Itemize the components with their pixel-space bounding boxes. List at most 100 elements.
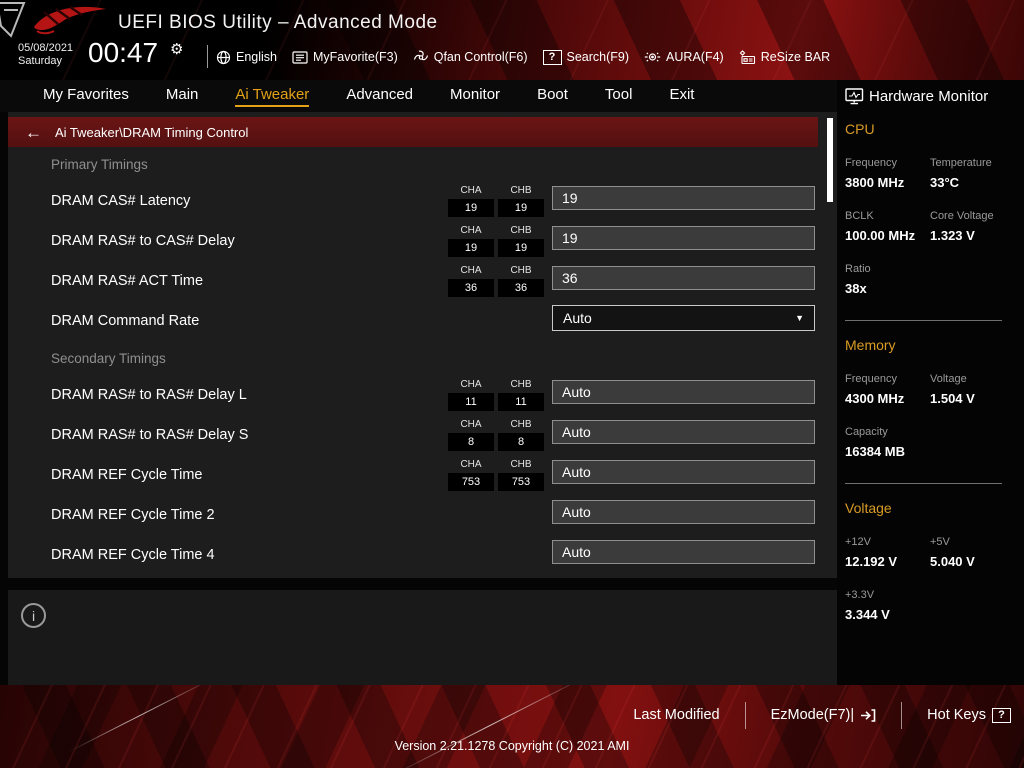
hot-keys-button[interactable]: Hot Keys ? <box>927 707 1011 723</box>
setting-input[interactable] <box>552 420 815 444</box>
tab-exit[interactable]: Exit <box>669 86 694 107</box>
hw-stat-value: 100.00 MHz <box>845 228 916 243</box>
last-modified-button[interactable]: Last Modified <box>633 707 719 723</box>
version-text: Version 2.21.1278 Copyright (C) 2021 AMI <box>394 739 630 753</box>
setting-label: DRAM RAS# to RAS# Delay S <box>51 427 249 443</box>
setting-row: DRAM CAS# Latency CHA 19 CHB 19 <box>8 181 837 221</box>
hw-stat-value: 38x <box>845 281 867 296</box>
toolbar-language-button[interactable]: English <box>216 50 277 65</box>
channel-b-readout: CHB 753 <box>498 459 544 491</box>
ezmode-label: EzMode(F7)| <box>770 707 855 723</box>
toolbar-qfan-button[interactable]: Qfan Control(F6) <box>413 50 528 65</box>
hardware-monitor-title: Hardware Monitor <box>869 88 989 105</box>
hw-row: Frequency 3800 MHz Temperature 33°C <box>845 157 1016 190</box>
settings-panel: ← Ai Tweaker\DRAM Timing Control Primary… <box>8 112 837 578</box>
setting-input[interactable] <box>552 460 815 484</box>
divider <box>845 320 1002 321</box>
top-toolbar: English MyFavorite(F3) Qfan Control(F6) … <box>216 44 830 70</box>
section-header: Primary Timings <box>8 147 837 181</box>
aura-icon <box>644 50 661 64</box>
top-separator <box>207 45 208 68</box>
tab-my-favorites[interactable]: My Favorites <box>43 86 129 107</box>
channel-b-value: 753 <box>498 473 544 491</box>
hw-stat-value: 33°C <box>930 175 960 190</box>
channel-a-header: CHA <box>460 265 482 276</box>
ezmode-button[interactable]: EzMode(F7)| <box>771 707 877 723</box>
tab-monitor[interactable]: Monitor <box>450 86 500 107</box>
hw-stat-label: Ratio <box>845 263 871 275</box>
tab-main[interactable]: Main <box>166 86 199 107</box>
monitor-icon <box>845 88 864 105</box>
setting-input[interactable] <box>552 226 815 250</box>
channel-a-value: 11 <box>448 393 494 411</box>
clock-settings-gear-icon[interactable]: ⚙ <box>170 40 183 58</box>
hw-stat-cpu-temperature: Temperature 33°C <box>930 157 1015 190</box>
footer: Last Modified EzMode(F7)| Hot Keys ? Ver… <box>0 685 1024 768</box>
channel-b-value: 36 <box>498 279 544 297</box>
hw-row: Frequency 4300 MHz Voltage 1.504 V <box>845 373 1016 406</box>
setting-input[interactable] <box>552 266 815 290</box>
menu-bar: My Favorites Main Ai Tweaker Advanced Mo… <box>0 80 837 112</box>
content-area: My Favorites Main Ai Tweaker Advanced Mo… <box>0 80 1024 685</box>
scrollbar-thumb[interactable] <box>827 118 833 202</box>
setting-label: DRAM RAS# to CAS# Delay <box>51 233 235 249</box>
back-arrow-icon[interactable]: ← <box>25 124 42 141</box>
hw-stat-value: 1.323 V <box>930 228 975 243</box>
info-icon: i <box>21 603 46 628</box>
hardware-monitor-header: Hardware Monitor <box>845 88 1016 105</box>
question-box-icon: ? <box>992 707 1011 723</box>
toolbar-resize-bar-button[interactable]: ReSize BAR <box>739 49 830 65</box>
setting-row: DRAM REF Cycle Time CHA 753 CHB 753 <box>8 455 837 495</box>
channel-a-header: CHA <box>460 379 482 390</box>
last-modified-label: Last Modified <box>633 707 720 723</box>
channel-b-value: 19 <box>498 239 544 257</box>
setting-input[interactable] <box>552 186 815 210</box>
tab-advanced[interactable]: Advanced <box>346 86 413 107</box>
globe-icon <box>216 50 231 65</box>
toolbar-myfavorite-button[interactable]: MyFavorite(F3) <box>292 50 398 64</box>
channel-a-header: CHA <box>460 419 482 430</box>
section-header: Secondary Timings <box>8 341 837 375</box>
ezmode-exit-icon <box>860 708 876 723</box>
setting-input[interactable] <box>552 500 815 524</box>
tab-boot[interactable]: Boot <box>537 86 568 107</box>
tab-ai-tweaker[interactable]: Ai Tweaker <box>235 86 310 107</box>
setting-row: DRAM RAS# to RAS# Delay L CHA 11 CHB 11 <box>8 375 837 415</box>
hw-stat-label: Frequency <box>845 373 897 385</box>
setting-row: DRAM REF Cycle Time 2 <box>8 495 837 535</box>
hw-stat-value: 1.504 V <box>930 391 975 406</box>
hw-stat-label: Core Voltage <box>930 210 994 222</box>
section-label: Secondary Timings <box>51 350 166 366</box>
channel-a-header: CHA <box>460 225 482 236</box>
channel-b-readout: CHB 11 <box>498 379 544 411</box>
setting-input[interactable] <box>552 540 815 564</box>
breadcrumb: ← Ai Tweaker\DRAM Timing Control <box>8 117 818 147</box>
myfavorite-icon <box>292 50 308 64</box>
divider <box>845 483 1002 484</box>
hw-stat-ratio: Ratio 38x <box>845 263 930 296</box>
setting-input[interactable] <box>552 380 815 404</box>
channel-b-header: CHB <box>510 459 532 470</box>
channel-a-readout: CHA 36 <box>448 265 494 297</box>
hw-stat-value: 3.344 V <box>845 607 890 622</box>
datetime-date: 05/08/2021 Saturday <box>18 42 73 68</box>
hw-row: +12V 12.192 V +5V 5.040 V <box>845 536 1016 569</box>
toolbar-search-button[interactable]: ? Search(F9) <box>542 49 629 65</box>
hw-stat-label: +5V <box>930 536 950 548</box>
hw-stat-label: Capacity <box>845 426 888 438</box>
setting-row: DRAM RAS# to RAS# Delay S CHA 8 CHB 8 <box>8 415 837 455</box>
channel-a-readout: CHA 8 <box>448 419 494 451</box>
scrollbar[interactable] <box>827 116 833 576</box>
channel-b-header: CHB <box>510 265 532 276</box>
setting-label: DRAM REF Cycle Time 4 <box>51 547 215 563</box>
toolbar-aura-button[interactable]: AURA(F4) <box>644 50 724 64</box>
dram-command-rate-select[interactable]: Auto ▼ <box>552 305 815 331</box>
setting-row: DRAM REF Cycle Time 4 <box>8 535 837 575</box>
tab-tool[interactable]: Tool <box>605 86 633 107</box>
footer-separator <box>901 701 903 729</box>
hw-section-memory: Memory <box>845 337 896 353</box>
setting-row: DRAM Command Rate Auto ▼ <box>8 301 837 341</box>
channel-a-readout: CHA 11 <box>448 379 494 411</box>
toolbar-label: English <box>236 50 277 64</box>
setting-row: DRAM RAS# to CAS# Delay CHA 19 CHB 19 <box>8 221 837 261</box>
